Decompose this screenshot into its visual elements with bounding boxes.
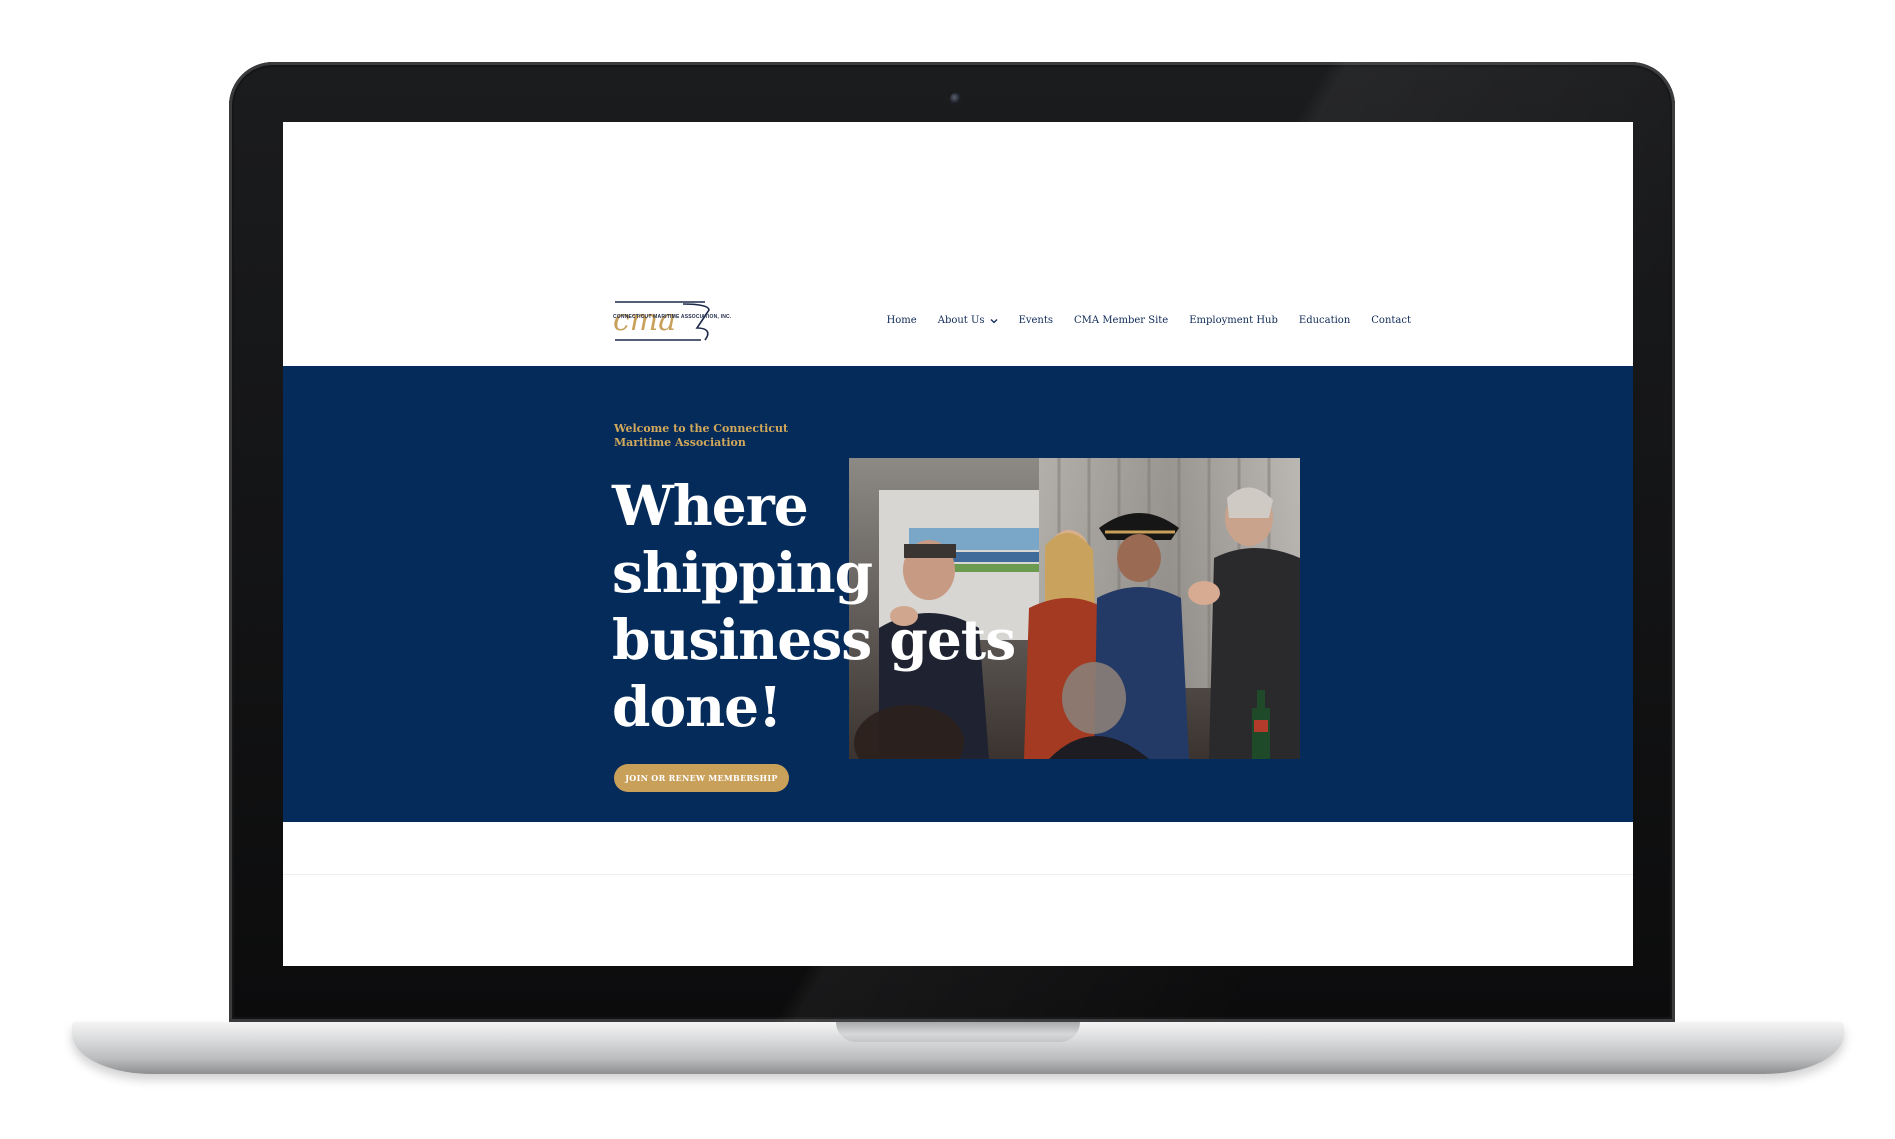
cma-logo-icon: cma — [613, 301, 710, 341]
nav-about-us-label: About Us — [937, 315, 985, 326]
main-nav: Home About Us Events CMA Member Site Emp… — [887, 315, 1411, 326]
site-logo[interactable]: cma CONNECTICUT MARITIME ASSOCIATION, IN… — [613, 298, 753, 344]
nav-employment-hub[interactable]: Employment Hub — [1189, 315, 1278, 326]
nav-education[interactable]: Education — [1299, 315, 1350, 326]
nav-cma-member-site[interactable]: CMA Member Site — [1074, 315, 1168, 326]
nav-events[interactable]: Events — [1019, 315, 1053, 326]
logo-mark: cma — [613, 303, 676, 338]
logo-tagline: CONNECTICUT MARITIME ASSOCIATION, INC. — [613, 314, 732, 320]
nav-about-us[interactable]: About Us — [938, 315, 998, 326]
webcam-icon — [950, 93, 961, 104]
section-divider — [283, 874, 1633, 875]
browser-viewport: cma CONNECTICUT MARITIME ASSOCIATION, IN… — [283, 122, 1633, 966]
hero-heading: Where shipping business gets done! — [612, 473, 1016, 739]
chevron-down-icon — [990, 318, 998, 323]
site-header: cma CONNECTICUT MARITIME ASSOCIATION, IN… — [283, 122, 1633, 366]
laptop-notch — [836, 1022, 1080, 1042]
nav-contact[interactable]: Contact — [1371, 315, 1411, 326]
join-renew-membership-button[interactable]: JOIN OR RENEW MEMBERSHIP — [614, 764, 789, 792]
hero-eyebrow: Welcome to the Connecticut Maritime Asso… — [614, 422, 789, 449]
nav-home[interactable]: Home — [887, 315, 917, 326]
below-fold-area — [283, 822, 1633, 966]
